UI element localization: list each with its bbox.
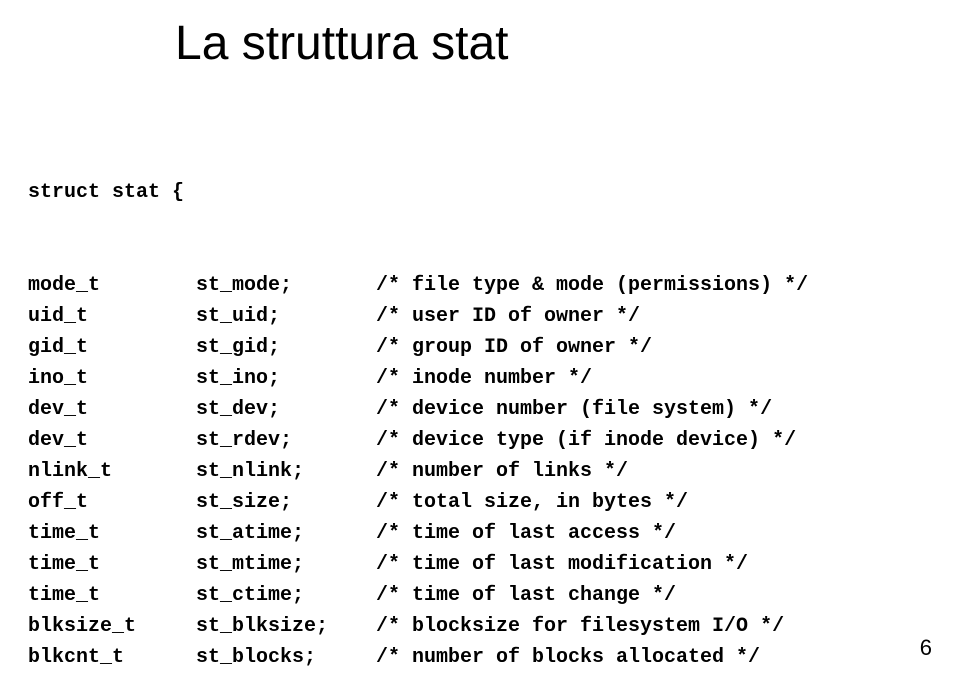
table-row: off_tst_size;/* total size, in bytes */ bbox=[28, 487, 808, 518]
field-name: st_uid; bbox=[196, 301, 376, 332]
field-comment: /* device type (if inode device) */ bbox=[376, 425, 808, 456]
table-row: dev_tst_dev;/* device number (file syste… bbox=[28, 394, 808, 425]
struct-open: struct stat { bbox=[28, 177, 808, 208]
field-name: st_rdev; bbox=[196, 425, 376, 456]
table-row: time_tst_ctime;/* time of last change */ bbox=[28, 580, 808, 611]
field-type: time_t bbox=[28, 549, 196, 580]
field-comment: /* user ID of owner */ bbox=[376, 301, 808, 332]
field-type: ino_t bbox=[28, 363, 196, 394]
table-row: ino_tst_ino;/* inode number */ bbox=[28, 363, 808, 394]
field-comment: /* blocksize for filesystem I/O */ bbox=[376, 611, 808, 642]
table-row: dev_tst_rdev;/* device type (if inode de… bbox=[28, 425, 808, 456]
struct-fields-table: mode_tst_mode;/* file type & mode (permi… bbox=[28, 270, 808, 673]
field-type: time_t bbox=[28, 518, 196, 549]
table-row: blksize_tst_blksize;/* blocksize for fil… bbox=[28, 611, 808, 642]
code-block: struct stat { mode_tst_mode;/* file type… bbox=[28, 115, 808, 681]
field-type: mode_t bbox=[28, 270, 196, 301]
field-name: st_size; bbox=[196, 487, 376, 518]
field-type: dev_t bbox=[28, 394, 196, 425]
field-comment: /* inode number */ bbox=[376, 363, 808, 394]
table-row: nlink_tst_nlink;/* number of links */ bbox=[28, 456, 808, 487]
field-name: st_atime; bbox=[196, 518, 376, 549]
field-name: st_blksize; bbox=[196, 611, 376, 642]
slide: La struttura stat struct stat { mode_tst… bbox=[0, 0, 960, 681]
field-comment: /* total size, in bytes */ bbox=[376, 487, 808, 518]
field-name: st_ctime; bbox=[196, 580, 376, 611]
field-name: st_gid; bbox=[196, 332, 376, 363]
table-row: time_tst_mtime;/* time of last modificat… bbox=[28, 549, 808, 580]
field-type: blksize_t bbox=[28, 611, 196, 642]
field-name: st_dev; bbox=[196, 394, 376, 425]
field-name: st_ino; bbox=[196, 363, 376, 394]
page-number: 6 bbox=[920, 635, 932, 661]
field-comment: /* time of last modification */ bbox=[376, 549, 808, 580]
page-title: La struttura stat bbox=[175, 16, 509, 71]
table-row: uid_tst_uid;/* user ID of owner */ bbox=[28, 301, 808, 332]
field-type: uid_t bbox=[28, 301, 196, 332]
field-comment: /* time of last access */ bbox=[376, 518, 808, 549]
field-type: off_t bbox=[28, 487, 196, 518]
field-comment: /* number of blocks allocated */ bbox=[376, 642, 808, 673]
field-comment: /* device number (file system) */ bbox=[376, 394, 808, 425]
field-type: gid_t bbox=[28, 332, 196, 363]
table-row: gid_tst_gid;/* group ID of owner */ bbox=[28, 332, 808, 363]
field-type: dev_t bbox=[28, 425, 196, 456]
field-name: st_mtime; bbox=[196, 549, 376, 580]
field-name: st_mode; bbox=[196, 270, 376, 301]
table-row: blkcnt_tst_blocks;/* number of blocks al… bbox=[28, 642, 808, 673]
field-name: st_blocks; bbox=[196, 642, 376, 673]
field-comment: /* number of links */ bbox=[376, 456, 808, 487]
field-type: time_t bbox=[28, 580, 196, 611]
field-comment: /* file type & mode (permissions) */ bbox=[376, 270, 808, 301]
field-type: blkcnt_t bbox=[28, 642, 196, 673]
field-type: nlink_t bbox=[28, 456, 196, 487]
field-comment: /* group ID of owner */ bbox=[376, 332, 808, 363]
field-name: st_nlink; bbox=[196, 456, 376, 487]
table-row: mode_tst_mode;/* file type & mode (permi… bbox=[28, 270, 808, 301]
table-row: time_tst_atime;/* time of last access */ bbox=[28, 518, 808, 549]
field-comment: /* time of last change */ bbox=[376, 580, 808, 611]
